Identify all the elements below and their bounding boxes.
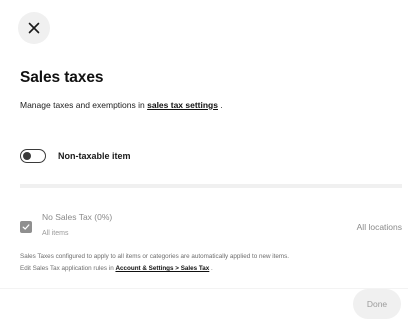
close-button[interactable] — [18, 12, 50, 44]
tax-locations: All locations — [356, 222, 402, 232]
page-subtitle: Manage taxes and exemptions in sales tax… — [20, 100, 223, 110]
note-line-2-text: Edit Sales Tax application rules in — [20, 265, 116, 272]
checkmark-icon — [22, 224, 30, 230]
account-settings-sales-tax-link[interactable]: Account & Settings > Sales Tax — [115, 265, 209, 272]
page-title: Sales taxes — [20, 69, 104, 86]
sales-tax-note: Sales Taxes configured to apply to all i… — [20, 251, 404, 275]
note-line-2: Edit Sales Tax application rules in Acco… — [20, 263, 404, 275]
tax-row: No Sales Tax (0%) All items All location… — [20, 212, 402, 240]
subtitle-suffix: . — [217, 100, 223, 110]
section-divider — [20, 184, 402, 188]
tax-checkbox[interactable] — [20, 221, 32, 233]
toggle-knob — [23, 151, 31, 160]
done-button[interactable]: Done — [353, 289, 401, 319]
note-line-1: Sales Taxes configured to apply to all i… — [20, 253, 290, 260]
non-taxable-row: Non-taxable item — [20, 149, 131, 163]
footer-divider — [0, 288, 408, 289]
close-icon — [28, 22, 40, 34]
non-taxable-toggle[interactable] — [20, 149, 46, 163]
non-taxable-label: Non-taxable item — [58, 151, 131, 161]
note-line-2-suffix: . — [209, 265, 213, 272]
tax-name: No Sales Tax (0%) — [42, 212, 113, 222]
sales-tax-settings-link[interactable]: sales tax settings — [147, 100, 218, 110]
tax-scope: All items — [42, 230, 69, 237]
subtitle-text: Manage taxes and exemptions in — [20, 100, 148, 110]
